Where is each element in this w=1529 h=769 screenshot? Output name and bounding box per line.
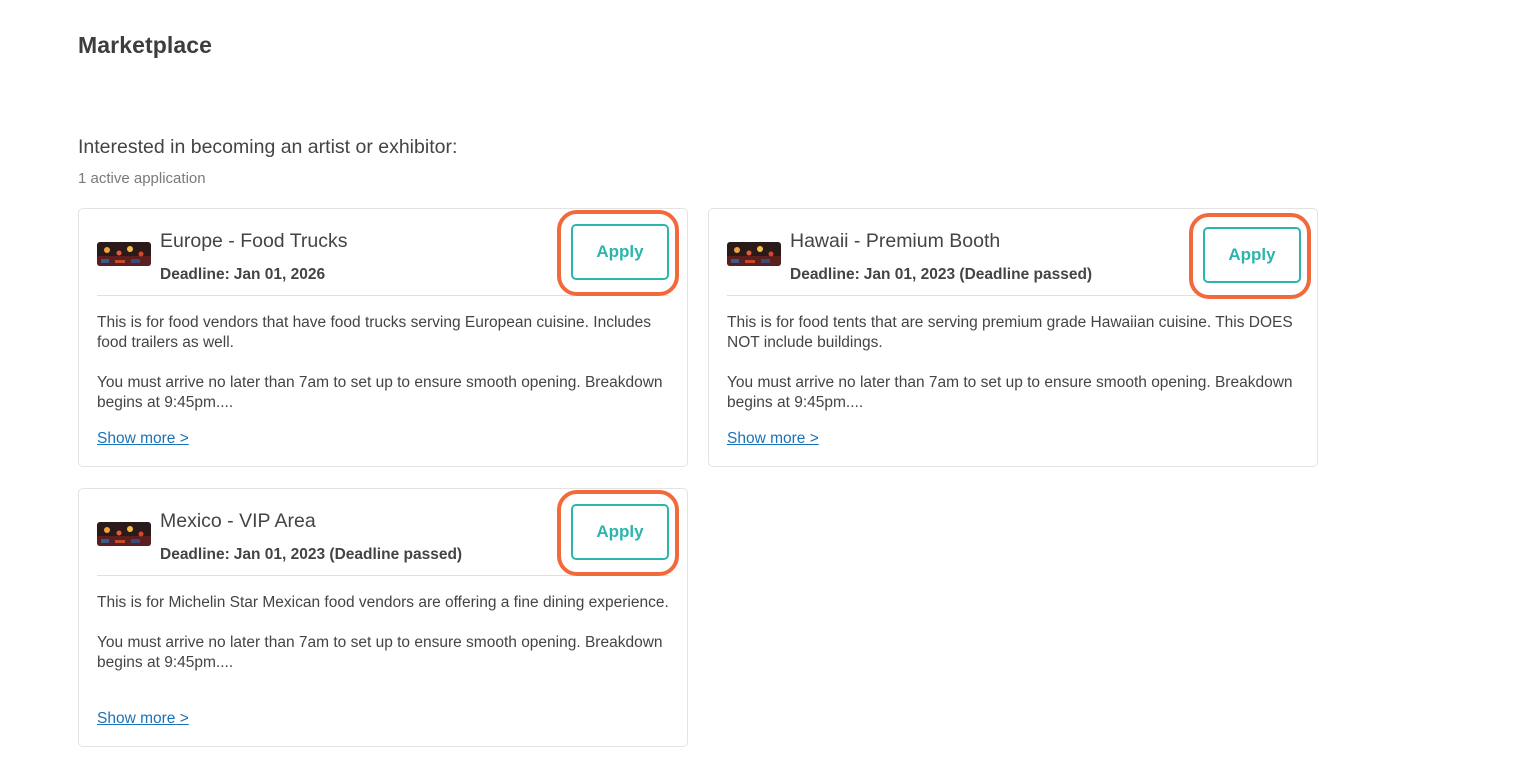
card-deadline: Deadline: Jan 01, 2023 (Deadline passed) bbox=[790, 266, 1092, 284]
apply-highlight-outline: Apply bbox=[557, 210, 679, 296]
description-paragraph: This is for food tents that are serving … bbox=[727, 314, 1293, 351]
deadline-label: Deadline: bbox=[790, 266, 860, 283]
event-thumbnail-image bbox=[97, 242, 151, 266]
apply-highlight-outline: Apply bbox=[557, 490, 679, 576]
apply-button[interactable]: Apply bbox=[1203, 227, 1301, 283]
page-title: Marketplace bbox=[78, 32, 213, 58]
section-heading: Interested in becoming an artist or exhi… bbox=[78, 136, 458, 158]
card-title: Hawaii - Premium Booth bbox=[790, 230, 1001, 252]
marketplace-card-mexico: Mexico - VIP Area Deadline: Jan 01, 2023 … bbox=[78, 488, 688, 747]
deadline-value: Jan 01, 2023 (Deadline passed) bbox=[233, 546, 463, 563]
description-paragraph: This is for Michelin Star Mexican food v… bbox=[97, 594, 669, 611]
description-paragraph: This is for food vendors that have food … bbox=[97, 314, 651, 351]
marketplace-page: Marketplace Interested in becoming an ar… bbox=[0, 0, 1529, 769]
deadline-label: Deadline: bbox=[160, 546, 230, 563]
card-description: This is for food tents that are serving … bbox=[727, 313, 1301, 433]
apply-button[interactable]: Apply bbox=[571, 224, 669, 280]
event-thumbnail-image bbox=[97, 522, 151, 546]
event-thumbnail-image bbox=[727, 242, 781, 266]
description-paragraph: You must arrive no later than 7am to set… bbox=[727, 374, 1293, 411]
description-paragraph: You must arrive no later than 7am to set… bbox=[97, 374, 663, 411]
description-paragraph: You must arrive no later than 7am to set… bbox=[97, 634, 663, 671]
marketplace-card-hawaii: Hawaii - Premium Booth Deadline: Jan 01, … bbox=[708, 208, 1318, 467]
show-more-link[interactable]: Show more > bbox=[727, 430, 819, 448]
card-description: This is for food vendors that have food … bbox=[97, 313, 671, 433]
card-deadline: Deadline: Jan 01, 2026 bbox=[160, 266, 325, 284]
card-description: This is for Michelin Star Mexican food v… bbox=[97, 593, 671, 693]
apply-button[interactable]: Apply bbox=[571, 504, 669, 560]
card-title: Europe - Food Trucks bbox=[160, 230, 348, 252]
apply-highlight-outline: Apply bbox=[1189, 213, 1311, 299]
card-title: Mexico - VIP Area bbox=[160, 510, 316, 532]
deadline-value: Jan 01, 2026 bbox=[233, 266, 326, 283]
deadline-value: Jan 01, 2023 (Deadline passed) bbox=[863, 266, 1093, 283]
show-more-link[interactable]: Show more > bbox=[97, 710, 189, 728]
card-deadline: Deadline: Jan 01, 2023 (Deadline passed) bbox=[160, 546, 462, 564]
active-application-count: 1 active application bbox=[78, 170, 206, 187]
show-more-link[interactable]: Show more > bbox=[97, 430, 189, 448]
deadline-label: Deadline: bbox=[160, 266, 230, 283]
marketplace-card-europe: Europe - Food Trucks Deadline: Jan 01, 20… bbox=[78, 208, 688, 467]
